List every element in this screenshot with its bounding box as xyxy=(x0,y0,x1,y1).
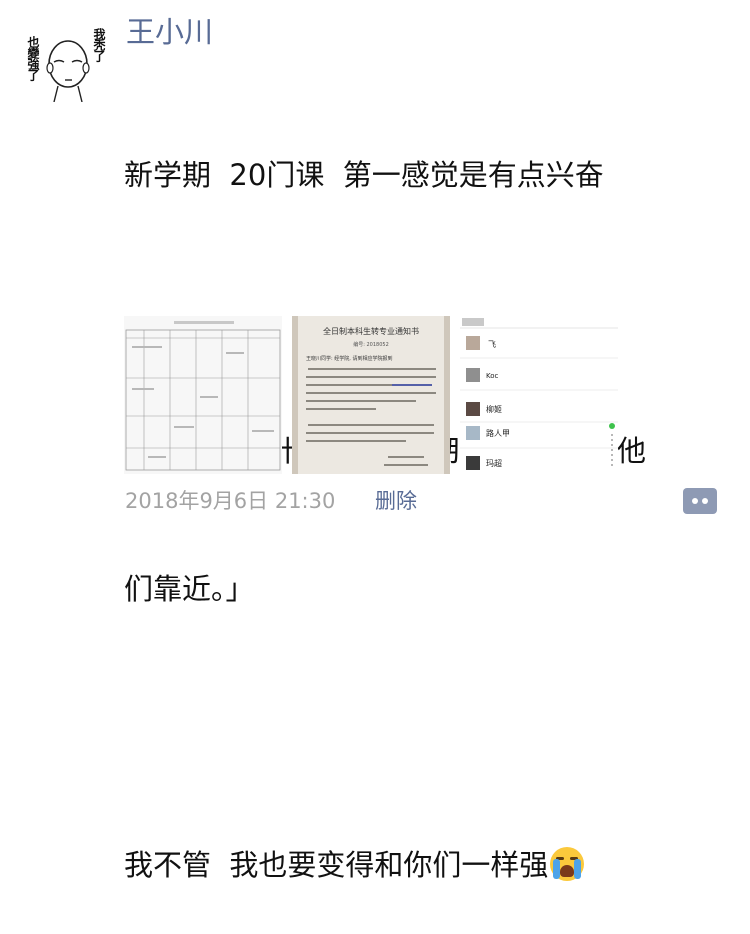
post-line-last: 我不管 我也要变得和你们一样强 xyxy=(124,842,724,888)
notice-number: 编号: 2018052 xyxy=(353,341,389,348)
delete-link[interactable]: 删除 xyxy=(375,487,417,515)
contact-list-screenshot: 飞 Koc 柳姬 路人甲 玛超 xyxy=(460,316,618,474)
photo-notice[interactable]: 全日制本科生转专业通知书 编号: 2018052 王晓川同学: 经学院, 请到相… xyxy=(292,316,450,474)
contact-name: 路人甲 xyxy=(486,428,510,438)
post-line: 们靠近。」 xyxy=(124,572,255,606)
comment-more-button[interactable] xyxy=(683,488,717,514)
timetable-document-icon xyxy=(124,316,282,474)
post-line: 我不管 我也要变得和你们一样强 xyxy=(124,848,549,882)
author-name[interactable]: 王小川 xyxy=(126,12,213,52)
post-line: 新学期 20门课 第一感觉是有点兴奋 xyxy=(124,158,604,192)
avatar-caption-left: 也變強了 xyxy=(26,36,40,80)
notice-document-icon: 全日制本科生转专业通知书 编号: 2018052 王晓川同学: 经学院, 请到相… xyxy=(292,316,450,474)
crying-face-icon xyxy=(550,847,585,881)
contact-name: 飞 xyxy=(488,340,496,349)
contact-name: Koc xyxy=(486,372,499,380)
post-line xyxy=(124,704,724,750)
post-timestamp: 2018年9月6日 21:30 xyxy=(125,489,336,513)
contact-name: 柳姬 xyxy=(486,404,502,414)
notice-title: 全日制本科生转专业通知书 xyxy=(323,326,419,336)
photo-contact-list[interactable]: 飞 Koc 柳姬 路人甲 玛超 xyxy=(460,316,618,474)
avatar-caption-right: 我秃了 xyxy=(92,28,106,61)
notice-greeting: 王晓川同学: 经学院, 请到相应学院报到 xyxy=(306,355,392,362)
contact-name: 玛超 xyxy=(486,458,502,468)
avatar[interactable]: 也變強了 我秃了 xyxy=(24,14,112,102)
photo-timetable[interactable] xyxy=(124,316,282,474)
